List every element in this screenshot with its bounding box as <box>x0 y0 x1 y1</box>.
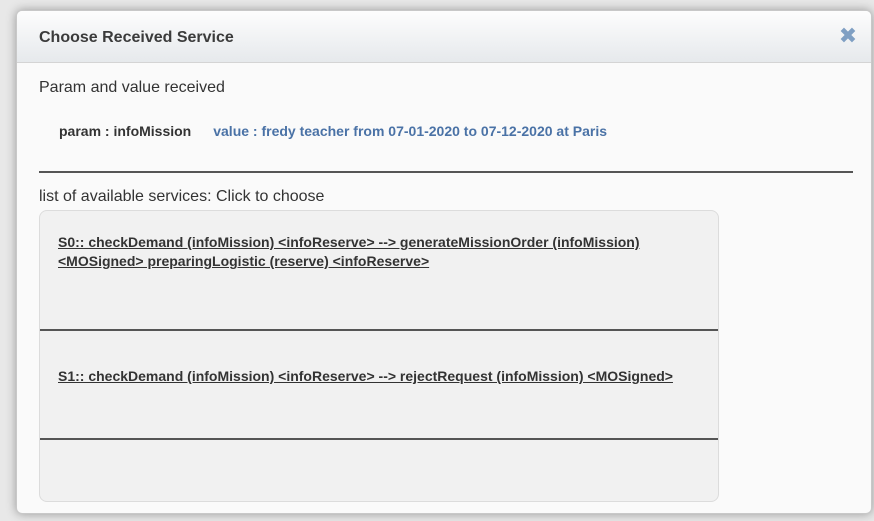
service-item-s0[interactable]: S0:: checkDemand (infoMission) <infoRese… <box>40 233 718 271</box>
received-heading: Param and value received <box>39 79 225 96</box>
service-item-s1[interactable]: S1:: checkDemand (infoMission) <infoRese… <box>40 367 718 386</box>
service-link-s0[interactable]: S0:: checkDemand (infoMission) <infoRese… <box>58 234 640 269</box>
service-separator <box>40 438 718 440</box>
service-separator <box>40 329 718 331</box>
dialog-title: Choose Received Service <box>39 29 234 46</box>
value-label: value : fredy teacher from 07-01-2020 to… <box>213 123 607 139</box>
param-value-line: param : infoMission value : fredy teacher… <box>59 123 607 139</box>
section-divider <box>39 171 853 173</box>
services-heading: list of available services: Click to cho… <box>39 188 325 205</box>
param-label: param : infoMission <box>59 123 192 139</box>
close-icon[interactable]: ✖ <box>837 25 859 47</box>
services-list: S0:: checkDemand (infoMission) <infoRese… <box>39 210 719 502</box>
dialog-titlebar: Choose Received Service ✖ <box>17 11 871 63</box>
service-link-s1[interactable]: S1:: checkDemand (infoMission) <infoRese… <box>58 368 673 384</box>
choose-service-dialog: Choose Received Service ✖ Param and valu… <box>16 10 872 514</box>
